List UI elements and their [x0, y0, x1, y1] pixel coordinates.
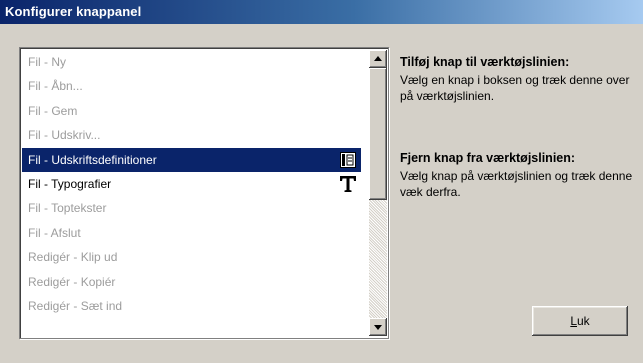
remove-button-instructions: Fjern knap fra værktøjslinien: Vælg knap…	[400, 151, 635, 200]
list-item[interactable]: Fil - Åbn...	[22, 74, 361, 98]
list-item-label: Fil - Åbn...	[28, 79, 83, 94]
add-heading: Tilføj knap til værktøjslinien:	[400, 55, 570, 69]
list-item-label: Fil - Ny	[28, 55, 66, 69]
add-text: Vælg en knap i boksen og træk denne over…	[400, 73, 630, 103]
remove-text: Vælg knap på værktøjslinien og træk denn…	[400, 169, 633, 199]
scroll-down-button[interactable]	[369, 318, 387, 336]
listbox-items: Fil - Ny Fil - Åbn... Fil - Gem Fil - Udskr…	[22, 50, 361, 318]
list-item[interactable]: Fil - Udskriftsdefinitioner	[22, 147, 361, 172]
list-item-label: Fil - Toptekster	[28, 201, 107, 216]
arrow-down-icon	[374, 325, 382, 330]
list-item-label: Fil - Afslut	[28, 225, 81, 240]
list-item[interactable]: Fil - Typografier	[22, 172, 361, 196]
typography-icon	[339, 175, 357, 193]
arrow-up-icon	[374, 56, 382, 61]
list-item-label: Fil - Typografier	[28, 176, 112, 191]
close-button[interactable]: Luk	[532, 306, 628, 336]
vertical-scrollbar[interactable]	[369, 50, 387, 336]
page-setup-icon	[339, 151, 357, 169]
window-title: Konfigurer knappanel	[5, 4, 142, 19]
list-item[interactable]: Redigér - Sæt ind	[22, 294, 361, 318]
scrollbar-thumb[interactable]	[369, 68, 387, 200]
list-item[interactable]: Redigér - Kopiér	[22, 270, 361, 294]
list-item-label: Redigér - Klip ud	[28, 250, 118, 265]
list-item-label: Fil - Udskriv...	[28, 128, 101, 143]
close-mnemonic: L	[570, 314, 577, 328]
list-item[interactable]: Fil - Ny	[22, 50, 361, 74]
close-label-rest: uk	[577, 314, 590, 328]
list-item[interactable]: Fil - Afslut	[22, 221, 361, 245]
title-bar[interactable]: Konfigurer knappanel	[0, 0, 643, 24]
configure-toolbar-dialog: Konfigurer knappanel Fil - Ny Fil - Åbn..…	[0, 0, 643, 363]
scroll-up-button[interactable]	[369, 50, 387, 68]
list-item[interactable]: Fil - Gem	[22, 99, 361, 123]
list-item[interactable]: Fil - Udskriv...	[22, 123, 361, 147]
add-button-instructions: Tilføj knap til værktøjslinien: Vælg en …	[400, 55, 635, 104]
list-item-label: Fil - Gem	[28, 103, 78, 118]
list-item-label: Redigér - Kopiér	[28, 274, 116, 289]
list-item[interactable]: Fil - Toptekster	[22, 196, 361, 220]
list-item-label: Fil - Udskriftsdefinitioner	[28, 152, 157, 167]
list-item[interactable]: Redigér - Klip ud	[22, 245, 361, 269]
toolbar-buttons-listbox[interactable]: Fil - Ny Fil - Åbn... Fil - Gem Fil - Udskr…	[19, 47, 389, 339]
remove-heading: Fjern knap fra værktøjslinien:	[400, 151, 576, 165]
list-item-label: Redigér - Sæt ind	[28, 298, 123, 313]
